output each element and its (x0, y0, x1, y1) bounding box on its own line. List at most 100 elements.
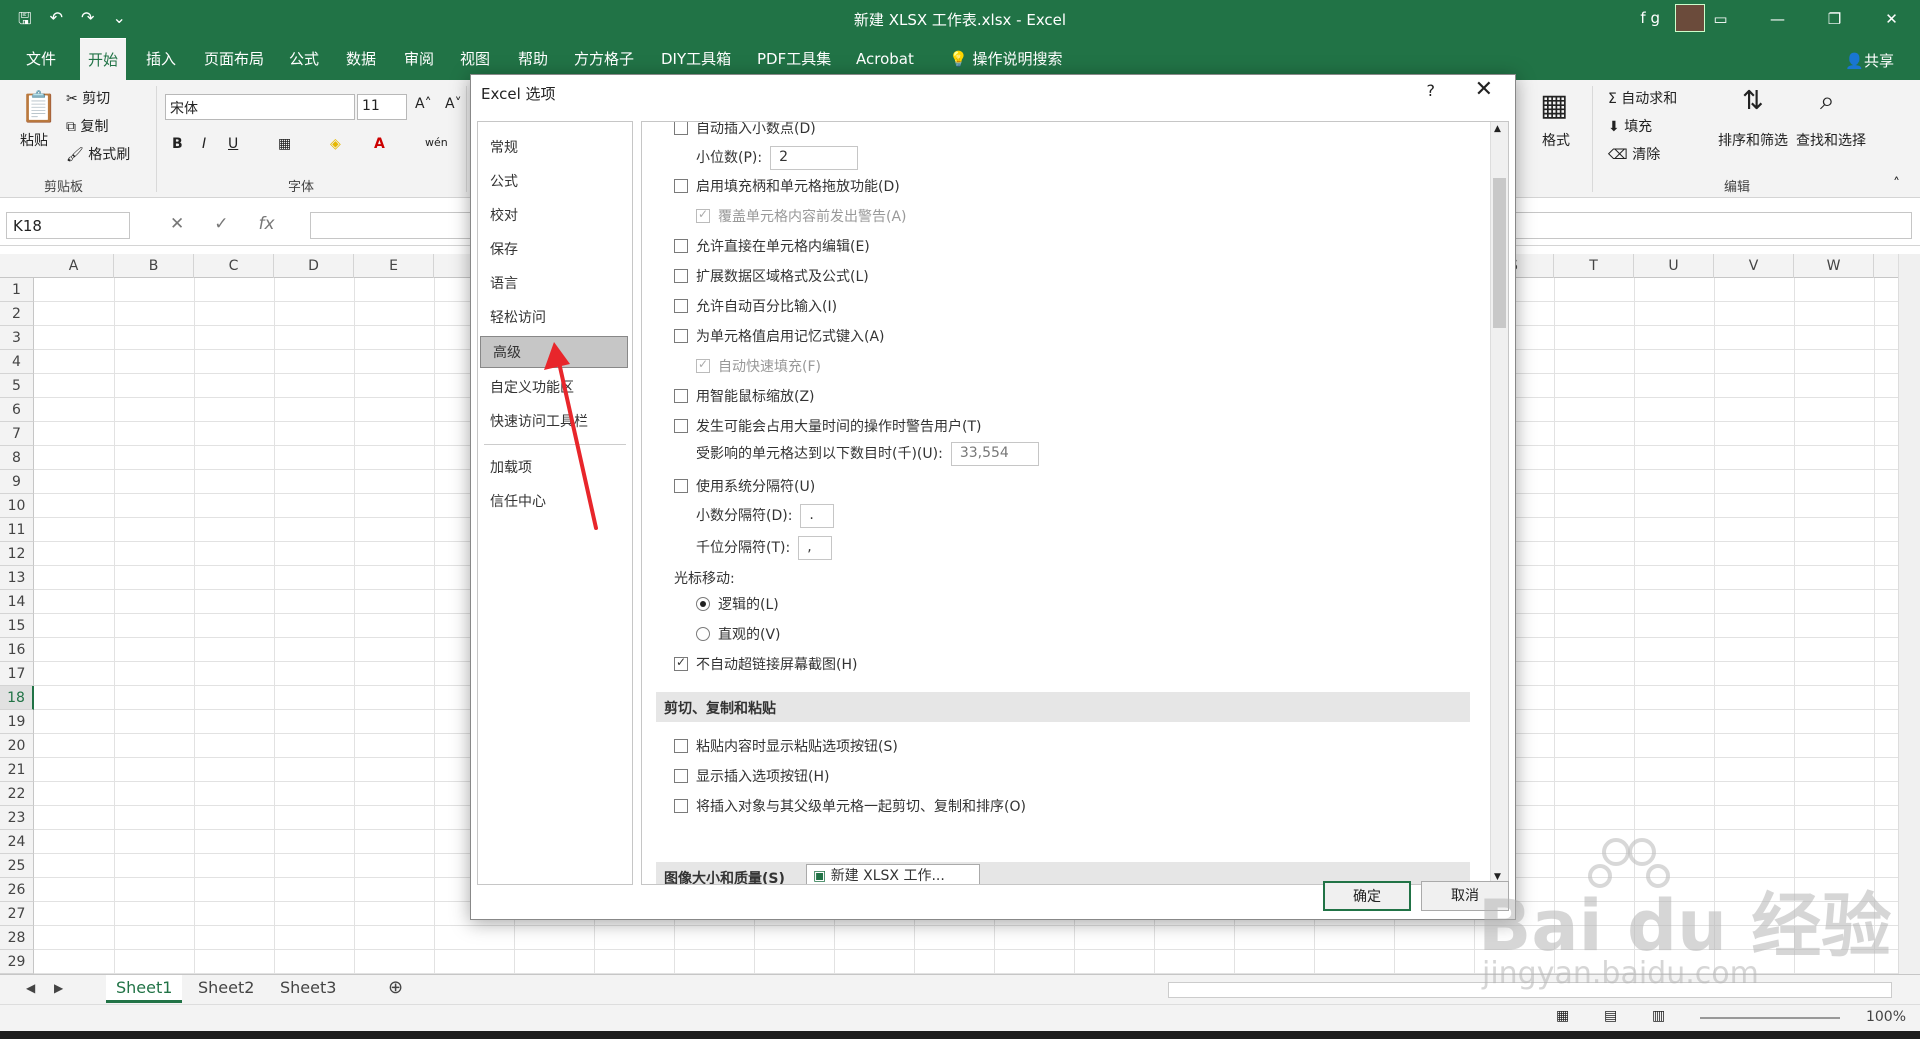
column-header[interactable]: C (194, 254, 274, 278)
row-header[interactable]: 26 (0, 878, 34, 902)
close-icon[interactable]: ✕ (1863, 0, 1920, 38)
shrink-font-icon[interactable]: A˅ (445, 96, 462, 112)
column-header[interactable]: D (274, 254, 354, 278)
row-header[interactable]: 5 (0, 374, 34, 398)
row-header[interactable]: 28 (0, 926, 34, 950)
column-header[interactable]: B (114, 254, 194, 278)
fill-button[interactable]: ⬇ 填充 (1608, 116, 1652, 136)
row-header[interactable]: 8 (0, 446, 34, 470)
checkbox[interactable] (674, 389, 688, 403)
autosum-button[interactable]: Σ 自动求和 (1608, 88, 1677, 108)
row-header[interactable]: 23 (0, 806, 34, 830)
option-auto-decimal[interactable]: 自动插入小数点(D) (674, 122, 816, 138)
ribbon-display-icon[interactable]: ▭ (1692, 0, 1749, 38)
nav-add-ins[interactable]: 加载项 (478, 452, 632, 484)
sheet-tab-sheet1[interactable]: Sheet1 (106, 975, 183, 1003)
row-header[interactable]: 11 (0, 518, 34, 542)
option-paste-options[interactable]: 粘贴内容时显示粘贴选项按钮(S) (674, 736, 898, 756)
nav-accessibility[interactable]: 轻松访问 (478, 302, 632, 334)
format-painter-button[interactable]: 🖌 格式刷 (66, 144, 130, 164)
image-file-select[interactable]: ▣ 新建 XLSX 工作... (806, 864, 980, 884)
nav-save[interactable]: 保存 (478, 234, 632, 266)
row-header[interactable]: 10 (0, 494, 34, 518)
font-name-combo[interactable]: 宋体 (165, 94, 355, 120)
checkbox[interactable] (674, 655, 688, 671)
option-system-separators[interactable]: 使用系统分隔符(U) (674, 476, 815, 496)
insert-function-button[interactable]: fx (259, 214, 275, 234)
tab-review[interactable]: 审阅 (400, 38, 438, 80)
cells-affected-spinner[interactable]: 33,554 (950, 442, 1039, 466)
checkbox[interactable] (674, 239, 688, 253)
option-extend-formats[interactable]: 扩展数据区域格式及公式(L) (674, 266, 869, 286)
font-size-combo[interactable]: 11 (357, 94, 407, 120)
row-header[interactable]: 1 (0, 278, 34, 302)
checkbox[interactable] (674, 122, 688, 135)
row-header[interactable]: 27 (0, 902, 34, 926)
column-header[interactable]: V (1714, 254, 1794, 278)
tab-insert[interactable]: 插入 (142, 38, 180, 80)
column-header[interactable]: A (34, 254, 114, 278)
nav-quick-access-toolbar[interactable]: 快速访问工具栏 (478, 406, 632, 438)
format-button[interactable]: 格式 (1542, 130, 1570, 150)
checkbox[interactable] (696, 207, 710, 223)
row-header[interactable]: 22 (0, 782, 34, 806)
bold-icon[interactable]: B (172, 136, 183, 152)
clear-button[interactable]: ⌫ 清除 (1608, 144, 1660, 164)
sort-filter-icon[interactable]: ⇅ (1742, 86, 1764, 116)
column-header[interactable]: T (1554, 254, 1634, 278)
row-header[interactable]: 25 (0, 854, 34, 878)
nav-proofing[interactable]: 校对 (478, 200, 632, 232)
nav-advanced[interactable]: 高级 (480, 336, 628, 368)
format-cells-icon[interactable]: ▦ (1540, 88, 1568, 123)
italic-icon[interactable]: I (202, 136, 206, 152)
nav-general[interactable]: 常规 (478, 132, 632, 164)
row-header[interactable]: 29 (0, 950, 34, 974)
scroll-right-icon[interactable]: ▶ (44, 975, 73, 1003)
nav-trust-center[interactable]: 信任中心 (478, 486, 632, 518)
normal-view-icon[interactable]: ▦ (1556, 1008, 1569, 1024)
column-header[interactable]: E (354, 254, 434, 278)
page-layout-view-icon[interactable]: ▤ (1604, 1008, 1617, 1024)
checkbox[interactable] (674, 329, 688, 343)
dialog-close-button[interactable]: ✕ (1475, 77, 1493, 102)
paste-button[interactable]: 粘贴 (20, 130, 48, 150)
checkbox[interactable] (674, 179, 688, 193)
column-header[interactable]: U (1634, 254, 1714, 278)
sheet-tab-sheet2[interactable]: Sheet2 (188, 975, 264, 1003)
cancel-icon[interactable]: ✕ (170, 214, 184, 234)
checkbox[interactable] (674, 419, 688, 433)
grow-font-icon[interactable]: A˄ (415, 96, 432, 112)
zoom-slider[interactable] (1700, 1017, 1840, 1019)
option-auto-percent[interactable]: 允许自动百分比输入(I) (674, 296, 837, 316)
row-header[interactable]: 16 (0, 638, 34, 662)
row-header[interactable]: 14 (0, 590, 34, 614)
underline-icon[interactable]: U (228, 136, 238, 152)
restore-icon[interactable]: ❐ (1806, 0, 1863, 38)
radio-button[interactable] (696, 627, 710, 641)
row-header[interactable]: 4 (0, 350, 34, 374)
options-scrollbar[interactable]: ▲ ▼ (1490, 122, 1508, 884)
vertical-scrollbar[interactable] (1898, 254, 1920, 974)
row-header[interactable]: 2 (0, 302, 34, 326)
option-insert-options[interactable]: 显示插入选项按钮(H) (674, 766, 829, 786)
borders-icon[interactable]: ▦ (278, 136, 291, 152)
nav-language[interactable]: 语言 (478, 268, 632, 300)
zoom-level[interactable]: 100% (1866, 1009, 1906, 1025)
row-header[interactable]: 9 (0, 470, 34, 494)
sort-filter-button[interactable]: 排序和筛选 (1718, 130, 1788, 150)
option-zoom-intellimouse[interactable]: 用智能鼠标缩放(Z) (674, 386, 815, 406)
tab-formulas[interactable]: 公式 (285, 38, 323, 80)
checkbox[interactable] (674, 299, 688, 313)
row-header[interactable]: 3 (0, 326, 34, 350)
row-header[interactable]: 17 (0, 662, 34, 686)
scroll-thumb[interactable] (1493, 178, 1506, 328)
tab-data[interactable]: 数据 (342, 38, 380, 80)
checkbox[interactable] (674, 479, 688, 493)
decimal-places-spinner[interactable]: 2 (770, 146, 859, 170)
row-header[interactable]: 7 (0, 422, 34, 446)
add-sheet-icon[interactable]: ⊕ (378, 975, 413, 1003)
checkbox[interactable] (674, 739, 688, 753)
name-box[interactable]: K18 (6, 212, 130, 239)
option-edit-in-cell[interactable]: 允许直接在单元格内编辑(E) (674, 236, 870, 256)
checkbox[interactable] (674, 769, 688, 783)
